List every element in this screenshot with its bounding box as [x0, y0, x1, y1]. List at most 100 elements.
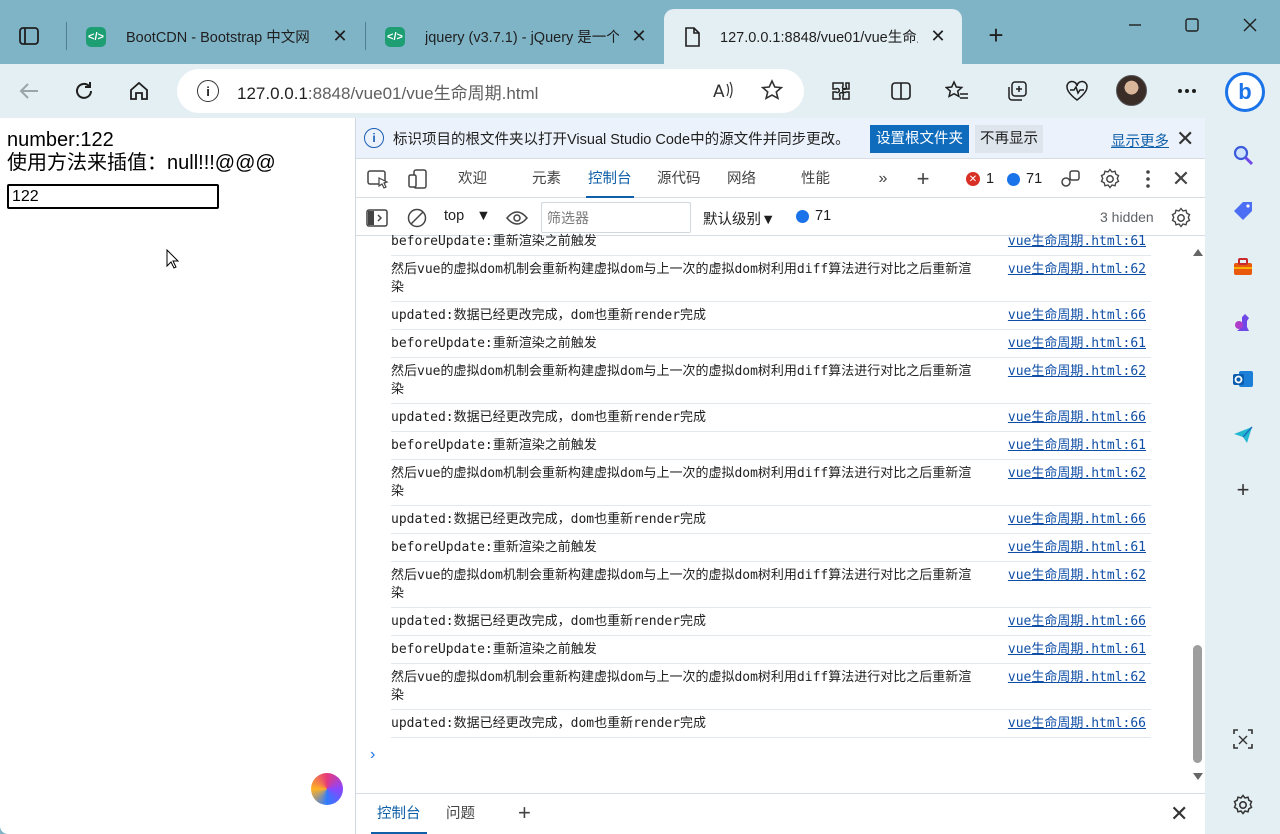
- source-link[interactable]: vue生命周期.html:61: [1008, 539, 1146, 557]
- console-message: beforeUpdate:重新渲染之前触发: [391, 336, 597, 351]
- source-link[interactable]: vue生命周期.html:62: [1008, 669, 1146, 687]
- split-screen-icon[interactable]: [885, 75, 917, 107]
- tab-network[interactable]: 网络: [727, 160, 756, 198]
- inspect-element-icon[interactable]: [366, 168, 390, 190]
- more-menu-icon[interactable]: [1171, 75, 1203, 107]
- info-icon: i: [364, 128, 384, 148]
- connect-icon[interactable]: [1059, 168, 1083, 190]
- read-aloud-icon[interactable]: A: [708, 75, 738, 105]
- tab-console[interactable]: 控制台: [586, 160, 633, 198]
- add-tab-icon[interactable]: +: [911, 166, 935, 191]
- hidden-count[interactable]: 3 hidden: [1100, 209, 1154, 225]
- tab-bootcdn[interactable]: </> BootCDN - Bootstrap 中文网 ✕: [66, 9, 364, 64]
- message-count-badge[interactable]: 71: [1007, 171, 1042, 187]
- console-prompt-icon[interactable]: ›: [370, 746, 375, 764]
- extensions-icon[interactable]: [825, 75, 857, 107]
- source-link[interactable]: vue生命周期.html:62: [1008, 363, 1146, 381]
- favorites-icon[interactable]: [941, 75, 973, 107]
- live-expression-eye-icon[interactable]: [506, 207, 528, 229]
- tab-vue-lifecycle[interactable]: 127.0.0.1:8848/vue01/vue生命周期.html ✕: [664, 9, 962, 64]
- tab-close-icon[interactable]: ✕: [928, 26, 948, 47]
- source-link[interactable]: vue生命周期.html:62: [1008, 465, 1146, 483]
- console-message: updated:数据已经更改完成，dom也重新render完成: [391, 308, 707, 323]
- drawer-add-tab-icon[interactable]: +: [518, 800, 531, 826]
- settings-gear-icon[interactable]: [1098, 168, 1122, 190]
- filter-message-count[interactable]: 71: [796, 208, 831, 224]
- back-icon[interactable]: [13, 75, 45, 107]
- tab-actions-icon[interactable]: [14, 22, 44, 50]
- console-row: beforeUpdate:重新渲染之前触发 vue生命周期.html:61: [391, 636, 1151, 664]
- tab-welcome[interactable]: 欢迎: [458, 160, 487, 198]
- maximize-button[interactable]: [1172, 10, 1212, 40]
- tab-jquery[interactable]: </> jquery (v3.7.1) - jQuery 是一个 ✕: [365, 9, 663, 64]
- source-link[interactable]: vue生命周期.html:66: [1008, 409, 1146, 427]
- copilot-bing-icon[interactable]: b: [1225, 72, 1265, 112]
- log-level-dropdown[interactable]: 默认级别▼: [703, 208, 775, 229]
- device-emulation-icon[interactable]: [406, 168, 430, 190]
- tab-sources[interactable]: 源代码: [657, 160, 701, 198]
- clear-console-icon[interactable]: [406, 207, 428, 229]
- console-scrollbar[interactable]: [1191, 237, 1205, 792]
- source-link[interactable]: vue生命周期.html:62: [1008, 261, 1146, 279]
- edge-sidebar: b +: [1205, 64, 1280, 834]
- more-tabs-chevron-icon[interactable]: »: [871, 168, 895, 190]
- settings-icon[interactable]: [1229, 791, 1257, 819]
- tab-title: jquery (v3.7.1) - jQuery 是一个: [425, 30, 619, 46]
- show-more-link[interactable]: 显示更多: [1111, 130, 1169, 151]
- ai-extension-brain-icon[interactable]: [311, 773, 343, 805]
- add-icon[interactable]: +: [1229, 476, 1257, 504]
- number-text: number:122: [7, 129, 114, 151]
- set-root-folder-button[interactable]: 设置根文件夹: [870, 125, 969, 153]
- send-icon[interactable]: [1229, 421, 1257, 449]
- tab-close-icon[interactable]: ✕: [330, 26, 350, 47]
- console-row: updated:数据已经更改完成，dom也重新render完成 vue生命周期.h…: [391, 302, 1151, 330]
- console-message: 然后vue的虚拟dom机制会重新构建虚拟dom与上一次的虚拟dom树利用diff…: [391, 568, 972, 601]
- tab-elements[interactable]: 元素: [532, 160, 561, 198]
- dropdown-triangle-icon: ▼: [476, 208, 491, 224]
- screenshot-icon[interactable]: [1229, 725, 1257, 753]
- profile-avatar[interactable]: [1116, 75, 1147, 106]
- console-message: 然后vue的虚拟dom机制会重新构建虚拟dom与上一次的虚拟dom树利用diff…: [391, 670, 972, 703]
- tab-close-icon[interactable]: ✕: [629, 26, 649, 47]
- tag-icon[interactable]: [1229, 197, 1257, 225]
- console-settings-gear-icon[interactable]: [1170, 207, 1192, 229]
- source-link[interactable]: vue生命周期.html:61: [1008, 437, 1146, 455]
- dont-show-again-button[interactable]: 不再显示: [975, 125, 1043, 153]
- error-count-badge[interactable]: ✕ 1: [966, 171, 994, 187]
- new-tab-button[interactable]: +: [980, 20, 1012, 52]
- context-selector[interactable]: top ▼: [444, 208, 491, 224]
- source-link[interactable]: vue生命周期.html:66: [1008, 715, 1146, 733]
- source-link[interactable]: vue生命周期.html:61: [1008, 641, 1146, 659]
- site-info-icon[interactable]: i: [197, 80, 219, 102]
- collections-icon[interactable]: [1001, 75, 1033, 107]
- source-link[interactable]: vue生命周期.html:66: [1008, 307, 1146, 325]
- tab-performance[interactable]: 性能: [801, 160, 830, 198]
- url-text: 127.0.0.1:8848/vue01/vue生命周期.html: [237, 83, 539, 103]
- source-link[interactable]: vue生命周期.html:66: [1008, 613, 1146, 631]
- drawer-close-icon[interactable]: ✕: [1170, 801, 1188, 827]
- minimize-button[interactable]: [1115, 10, 1155, 40]
- outlook-icon[interactable]: [1229, 365, 1257, 393]
- number-input[interactable]: [7, 184, 219, 209]
- browser-essentials-icon[interactable]: [1061, 75, 1093, 107]
- drawer-tab-console[interactable]: 控制台: [371, 794, 426, 834]
- console-row: beforeUpdate:重新渲染之前触发 vue生命周期.html:61: [391, 534, 1151, 562]
- refresh-icon[interactable]: [68, 75, 100, 107]
- source-link[interactable]: vue生命周期.html:61: [1008, 233, 1146, 251]
- close-devtools-icon[interactable]: ✕: [1169, 166, 1193, 191]
- method-interpolation-text: 使用方法来插值：null!!!@@@: [7, 152, 276, 174]
- chess-icon[interactable]: [1229, 309, 1257, 337]
- devtools-more-icon[interactable]: [1136, 168, 1160, 190]
- source-link[interactable]: vue生命周期.html:62: [1008, 567, 1146, 585]
- drawer-tab-issues[interactable]: 问题: [446, 794, 475, 834]
- infobar-close-icon[interactable]: ✕: [1176, 126, 1194, 152]
- favorite-star-icon[interactable]: [757, 75, 787, 105]
- source-link[interactable]: vue生命周期.html:66: [1008, 511, 1146, 529]
- home-icon[interactable]: [123, 75, 155, 107]
- toolbox-icon[interactable]: [1229, 253, 1257, 281]
- source-link[interactable]: vue生命周期.html:61: [1008, 335, 1146, 353]
- search-icon[interactable]: [1229, 141, 1257, 169]
- address-bar[interactable]: i 127.0.0.1:8848/vue01/vue生命周期.html A: [177, 69, 804, 113]
- close-window-button[interactable]: [1230, 10, 1270, 40]
- sidebar-toggle-icon[interactable]: [366, 207, 388, 229]
